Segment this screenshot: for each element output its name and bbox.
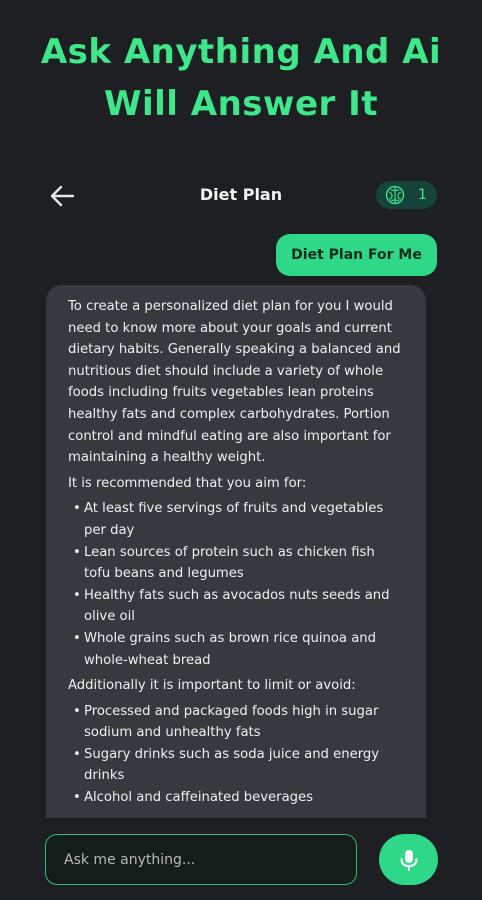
mic-button[interactable]	[379, 834, 438, 885]
ai-avoid-list: Processed and packaged foods high in sug…	[68, 701, 404, 809]
list-item: Alcohol and caffeinated beverages	[68, 787, 404, 809]
list-item: Lean sources of protein such as chicken …	[68, 542, 404, 585]
headline-line-1: Ask Anything And Ai	[40, 32, 442, 72]
message-input[interactable]	[45, 834, 357, 885]
list-item: Whole grains such as brown rice quinoa a…	[68, 628, 404, 671]
list-item: Sugary drinks such as soda juice and ene…	[68, 744, 404, 787]
credits-count: 1	[418, 187, 427, 203]
ai-response-bubble: To create a personalized diet plan for y…	[46, 285, 426, 845]
ai-recommend-heading: It is recommended that you aim for:	[68, 475, 307, 491]
ai-avoid-heading: Additionally it is important to limit or…	[68, 678, 356, 694]
microphone-icon	[400, 849, 417, 871]
list-item: At least five servings of fruits and veg…	[68, 498, 404, 541]
headline-line-2: Will Answer It	[103, 84, 379, 124]
list-item: Processed and packaged foods high in sug…	[68, 701, 404, 744]
brain-icon	[385, 185, 405, 205]
ai-intro-text: To create a personalized diet plan for y…	[68, 299, 401, 466]
composer-bar	[0, 818, 482, 900]
top-bar: Diet Plan 1	[0, 176, 482, 216]
ai-recommend-list: At least five servings of fruits and veg…	[68, 498, 404, 671]
user-message-bubble: Diet Plan For Me	[276, 234, 437, 276]
promo-headline: Ask Anything And Ai Will Answer It	[0, 26, 482, 130]
credits-badge[interactable]: 1	[376, 181, 437, 209]
list-item: Healthy fats such as avocados nuts seeds…	[68, 585, 404, 628]
